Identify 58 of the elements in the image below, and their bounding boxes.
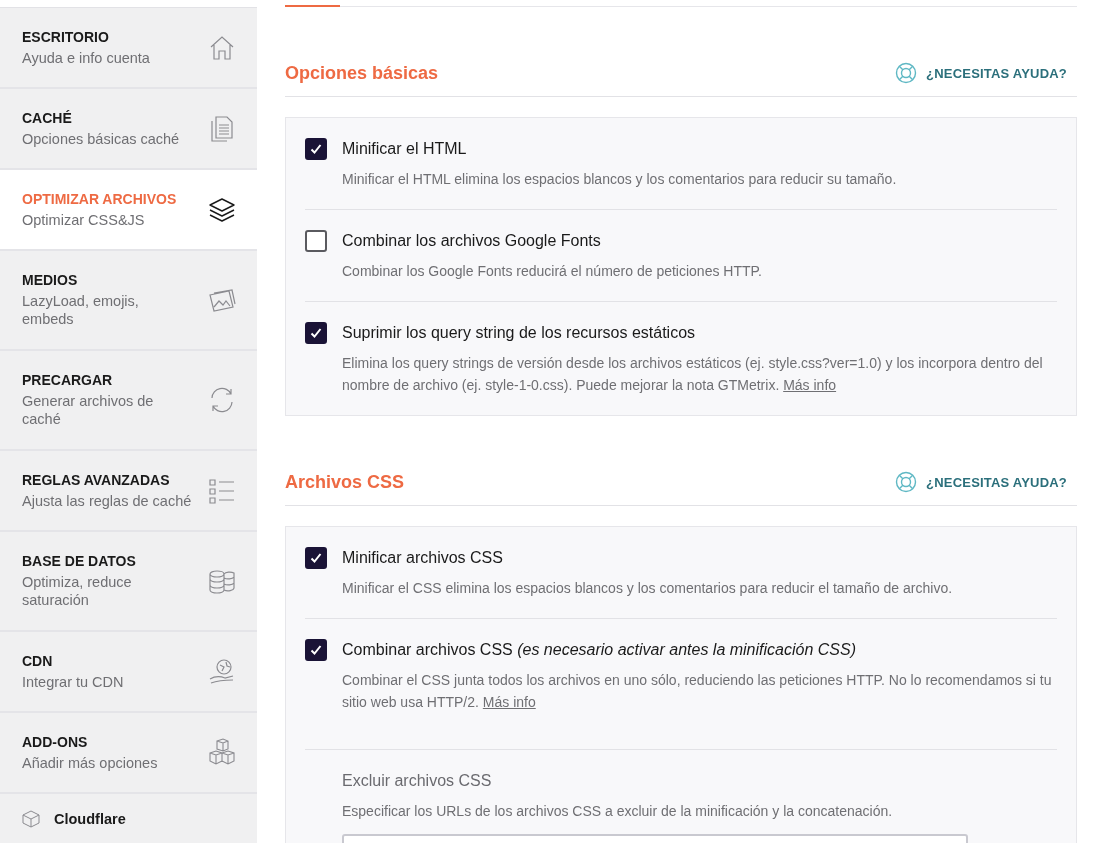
option-label: Combinar los archivos Google Fonts	[342, 231, 602, 251]
sidebar-item-title: OPTIMIZAR ARCHIVOS	[22, 190, 178, 207]
checkbox[interactable]	[305, 547, 327, 569]
sidebar-item-subtitle: LazyLoad, emojis, embeds	[22, 292, 140, 328]
option-description: Combinar el CSS junta todos los archivos en uno sólo, reduciendo las peticiones HTTP. No lo recomendamos si tu sitio web usa HTTP/2. Más info	[342, 671, 1053, 712]
sidebar-item-title: ADD-ONS	[22, 733, 89, 750]
option-description: Combinar los Google Fonts reducirá el número de peticiones HTTP.	[342, 262, 762, 281]
sidebar-item[interactable]: REGLAS AVANZADAS Ajusta las reglas de caché	[0, 451, 257, 532]
option-description: Elimina los query strings de versión desde los archivos estáticos (ej. style.css?ver=1.0) y los incorpora dentro del nombre de archivo (ej. style-1-0.css). Puede mejorar la nota GTMetrix. Más info	[342, 354, 1044, 395]
sidebar-item-title: CACHÉ	[22, 109, 73, 126]
addon-title[interactable]: Cloudflare	[54, 811, 126, 827]
sidebar-item-subtitle: Añadir más opciones	[22, 753, 159, 772]
option-label: Minificar el HTML	[342, 139, 468, 159]
sidebar-item-subtitle: Optimizar CSS&JS	[22, 210, 146, 229]
option-label: Combinar archivos CSS (es necesario activar antes la minificación CSS)	[342, 640, 857, 660]
option-description: Minificar el CSS elimina los espacios blancos y los comentarios para reducir el tamaño de archivo.	[342, 579, 953, 598]
sidebar-item-title: PRECARGAR	[22, 372, 114, 388]
sidebar-item-subtitle: Ajusta las reglas de caché	[22, 491, 193, 510]
more-info-link[interactable]: Más info	[482, 694, 536, 710]
sidebar-item-subtitle: Optimiza, reduce saturación	[22, 573, 133, 609]
sidebar-item[interactable]: ESCRITORIO Ayuda e info cuenta	[0, 8, 257, 89]
sidebar-item-title: MEDIOS	[22, 272, 79, 288]
section-title: Archivos CSS	[285, 471, 405, 493]
sidebar-item-title: ESCRITORIO	[22, 28, 110, 45]
check-icon	[309, 326, 323, 340]
sidebar-item[interactable]: OPTIMIZAR ARCHIVOS Optimizar CSS&JS	[0, 170, 257, 251]
checkbox[interactable]	[305, 322, 327, 344]
option-label: Minificar archivos CSS	[342, 548, 504, 568]
cube-icon	[22, 810, 40, 828]
sidebar-item-subtitle: Opciones básicas caché	[22, 129, 181, 148]
sidebar-item-subtitle: Ayuda e info cuenta	[22, 48, 151, 67]
sidebar-item-title: REGLAS AVANZADAS	[22, 471, 171, 488]
sidebar-item[interactable]: ADD-ONS Añadir más opciones	[0, 713, 257, 794]
sidebar-item[interactable]: MEDIOS LazyLoad, emojis, embeds	[0, 251, 257, 351]
sidebar-item-title: BASE DE DATOS	[22, 553, 137, 569]
sidebar-item-title: CDN	[22, 652, 54, 669]
check-icon	[309, 551, 323, 565]
checkbox[interactable]	[305, 639, 327, 661]
sidebar-item[interactable]: CDN Integrar tu CDN	[0, 632, 257, 713]
option-label: Suprimir los query string de los recursos estáticos	[342, 323, 697, 343]
option-description: Minificar el HTML elimina los espacios blancos y los comentarios para reducir su tamaño.	[342, 170, 897, 189]
check-icon	[309, 142, 323, 156]
help-link[interactable]: ¿NECESITAS AYUDA?	[895, 471, 1067, 493]
sidebar-item[interactable]: PRECARGAR Generar archivos de caché	[0, 351, 257, 451]
check-icon	[309, 643, 323, 657]
option-description: Especificar los URLs de los archivos CSS a excluir de la minificación y la concatenación.	[342, 802, 894, 821]
lifebuoy-icon	[895, 62, 918, 84]
help-link[interactable]: ¿NECESITAS AYUDA?	[895, 62, 1067, 84]
sidebar-item-subtitle: Generar archivos de caché	[22, 392, 155, 428]
checkbox[interactable]	[305, 138, 327, 160]
sidebar-item-subtitle: Integrar tu CDN	[22, 672, 125, 691]
checkbox[interactable]	[305, 230, 327, 252]
lifebuoy-icon	[895, 471, 918, 493]
option-label: Excluir archivos CSS	[342, 771, 493, 791]
more-info-link[interactable]: Más info	[783, 377, 837, 393]
active-tab-indicator	[285, 5, 340, 7]
section-title: Opciones básicas	[285, 62, 439, 84]
sidebar-item[interactable]: BASE DE DATOS Optimiza, reduce saturación	[0, 532, 257, 632]
